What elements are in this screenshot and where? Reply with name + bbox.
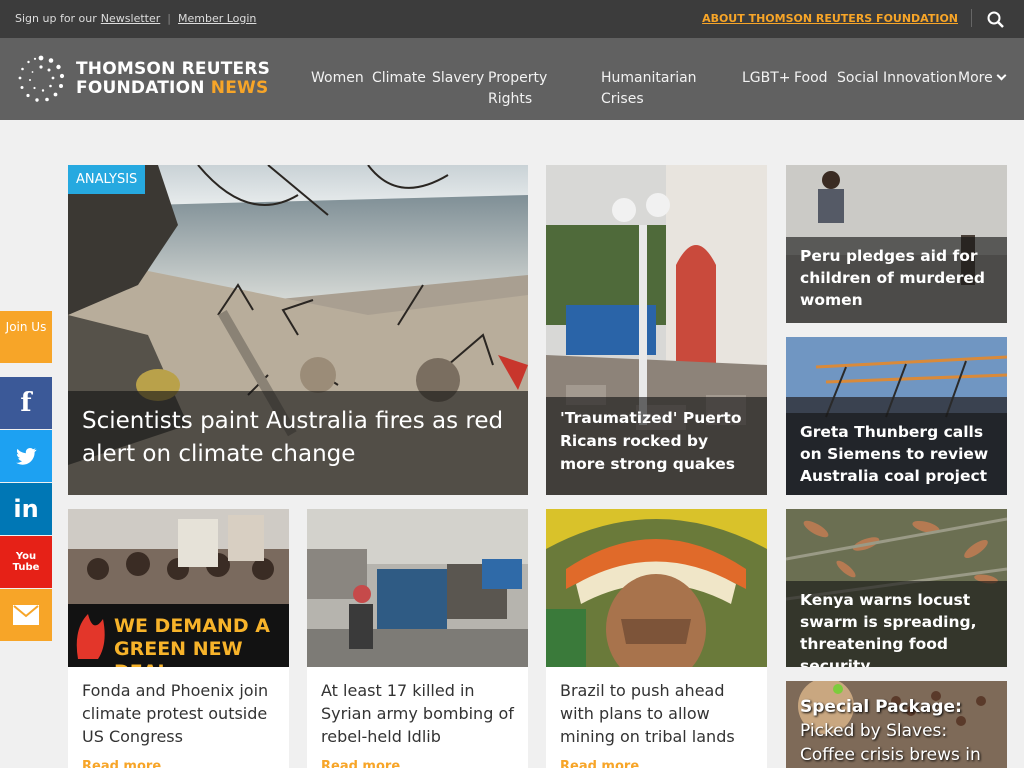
logo-news: NEWS: [210, 78, 269, 98]
story-syria[interactable]: At least 17 killed in Syrian army bombin…: [307, 509, 528, 768]
top-bar: Sign up for our Newsletter | Member Logi…: [0, 0, 1024, 38]
kenya-title[interactable]: Kenya warns locust swarm is spreading, t…: [800, 591, 977, 667]
member-login-link[interactable]: Member Login: [178, 12, 256, 25]
peru-title[interactable]: Peru pledges aid for children of murdere…: [800, 247, 985, 309]
fonda-title[interactable]: Fonda and Phoenix join climate protest o…: [82, 679, 279, 748]
story-brazil[interactable]: Brazil to push ahead with plans to allow…: [546, 509, 767, 768]
puerto-rico-title[interactable]: 'Traumatized' Puerto Ricans rocked by mo…: [560, 409, 741, 473]
youtube-icon[interactable]: You Tube: [0, 536, 52, 588]
nav-food[interactable]: Food: [794, 68, 828, 89]
divider: [971, 9, 972, 27]
greta-title[interactable]: Greta Thunberg calls on Siemens to revie…: [800, 423, 988, 485]
nav-property-rights[interactable]: Property Rights: [488, 68, 566, 110]
nav-women[interactable]: Women: [311, 68, 364, 89]
signup-area: Sign up for our Newsletter | Member Logi…: [15, 12, 256, 25]
nav-social-innovation[interactable]: Social Innovation: [837, 68, 957, 89]
brazil-read-more-link[interactable]: Read more: [560, 759, 639, 768]
logo-line-2: FOUNDATION: [76, 78, 205, 98]
greta-overlay: Greta Thunberg calls on Siemens to revie…: [786, 413, 1007, 495]
fonda-read-more-link[interactable]: Read more: [82, 759, 161, 768]
special-package-coffee[interactable]: Special Package: Picked by Slaves: Coffe…: [786, 681, 1007, 768]
twitter-icon[interactable]: [0, 430, 52, 482]
nav-slavery[interactable]: Slavery: [432, 68, 484, 89]
about-foundation-link[interactable]: ABOUT THOMSON REUTERS FOUNDATION: [702, 12, 958, 25]
special-package-title[interactable]: Picked by Slaves: Coffee crisis brews in: [800, 719, 1001, 767]
protest-image: WE DEMAND A GREEN NEW DEAL: [68, 509, 289, 667]
nav-more[interactable]: More: [958, 68, 1007, 89]
story-kenya-locusts[interactable]: Kenya warns locust swarm is spreading, t…: [786, 509, 1007, 667]
syria-image: [307, 509, 528, 667]
story-fonda-phoenix[interactable]: WE DEMAND A GREEN NEW DEAL Fonda and Pho…: [68, 509, 289, 768]
separator: |: [167, 12, 171, 25]
special-overlay: Special Package: Picked by Slaves: Coffe…: [800, 695, 1001, 767]
syria-read-more-link[interactable]: Read more: [321, 759, 400, 768]
signup-text: Sign up for our: [15, 12, 97, 25]
logo-line-1: THOMSON REUTERS: [76, 59, 271, 79]
hero-overlay: Scientists paint Australia fires as red …: [68, 391, 528, 495]
linkedin-icon[interactable]: in: [0, 483, 52, 535]
site-logo[interactable]: THOMSON REUTERS FOUNDATION NEWS: [14, 52, 270, 106]
brazil-image: [546, 509, 767, 667]
story-puerto-rico[interactable]: 'Traumatized' Puerto Ricans rocked by mo…: [546, 165, 767, 495]
hero-title[interactable]: Scientists paint Australia fires as red …: [82, 408, 503, 467]
protest-banner-text: WE DEMAND A GREEN NEW DEAL: [114, 615, 270, 667]
analysis-badge[interactable]: ANALYSIS: [68, 165, 146, 194]
search-icon[interactable]: [986, 10, 1006, 30]
email-icon[interactable]: [0, 589, 52, 641]
puerto-rico-overlay: 'Traumatized' Puerto Ricans rocked by mo…: [546, 397, 767, 495]
logo-mark-icon: [18, 55, 65, 102]
nav-climate[interactable]: Climate: [372, 68, 426, 89]
nav-lgbt[interactable]: LGBT+: [742, 68, 791, 89]
story-peru[interactable]: Peru pledges aid for children of murdere…: [786, 165, 1007, 323]
syria-title[interactable]: At least 17 killed in Syrian army bombin…: [321, 679, 518, 748]
newsletter-link[interactable]: Newsletter: [101, 12, 160, 25]
story-greta-thunberg[interactable]: Greta Thunberg calls on Siemens to revie…: [786, 337, 1007, 495]
nav-more-label: More: [958, 70, 993, 86]
main-header: THOMSON REUTERS FOUNDATION NEWS Women Cl…: [0, 38, 1024, 120]
facebook-icon[interactable]: f: [0, 377, 52, 429]
nav-humanitarian-crises[interactable]: Humanitarian Crises: [601, 68, 711, 110]
join-us-button[interactable]: Join Us: [0, 311, 52, 363]
chevron-down-icon: [996, 70, 1007, 81]
special-package-label: Special Package:: [800, 697, 962, 717]
peru-overlay: Peru pledges aid for children of murdere…: [786, 237, 1007, 323]
brazil-title[interactable]: Brazil to push ahead with plans to allow…: [560, 679, 757, 748]
kenya-overlay: Kenya warns locust swarm is spreading, t…: [786, 581, 1007, 667]
hero-story[interactable]: ANALYSIS Scientists paint Australia fire…: [68, 165, 528, 495]
